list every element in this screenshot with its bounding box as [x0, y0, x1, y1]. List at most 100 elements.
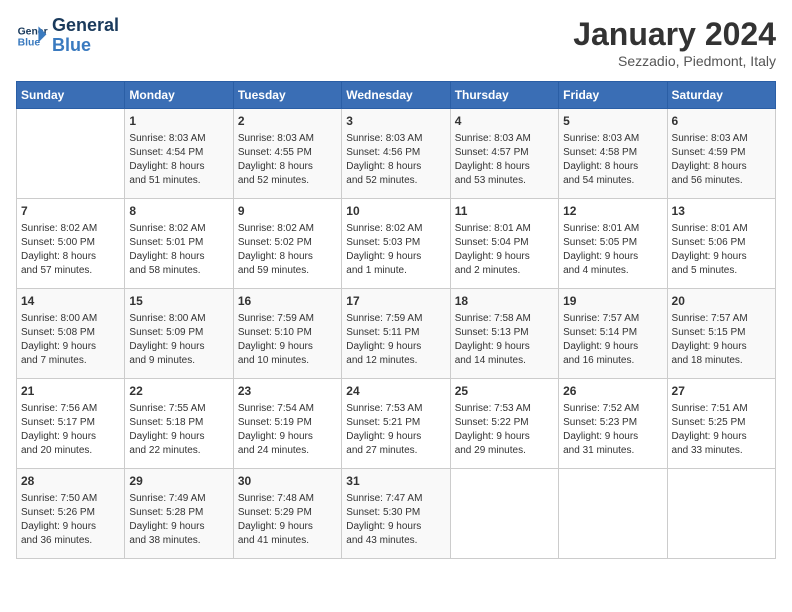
day-info: Sunrise: 7:51 AM Sunset: 5:25 PM Dayligh…: [672, 402, 771, 458]
day-header-wednesday: Wednesday: [342, 82, 450, 109]
calendar-cell: 24 Sunrise: 7:53 AM Sunset: 5:21 PM Dayli…: [342, 379, 450, 469]
month-title: January 2024: [573, 16, 776, 53]
day-info: Sunrise: 8:02 AM Sunset: 5:03 PM Dayligh…: [346, 222, 445, 278]
calendar-cell: 23 Sunrise: 7:54 AM Sunset: 5:19 PM Dayli…: [233, 379, 341, 469]
day-info: Sunrise: 8:03 AM Sunset: 4:57 PM Dayligh…: [455, 132, 554, 188]
logo-icon: General Blue: [16, 20, 48, 52]
day-number: 23: [238, 383, 337, 400]
day-info: Sunrise: 8:01 AM Sunset: 5:05 PM Dayligh…: [563, 222, 662, 278]
calendar-cell: 15 Sunrise: 8:00 AM Sunset: 5:09 PM Dayli…: [125, 289, 233, 379]
day-info: Sunrise: 8:02 AM Sunset: 5:02 PM Dayligh…: [238, 222, 337, 278]
calendar-cell: 30 Sunrise: 7:48 AM Sunset: 5:29 PM Dayli…: [233, 469, 341, 559]
day-header-monday: Monday: [125, 82, 233, 109]
calendar-cell: 5 Sunrise: 8:03 AM Sunset: 4:58 PM Daylig…: [559, 109, 667, 199]
calendar-cell: 9 Sunrise: 8:02 AM Sunset: 5:02 PM Daylig…: [233, 199, 341, 289]
day-number: 27: [672, 383, 771, 400]
day-info: Sunrise: 7:56 AM Sunset: 5:17 PM Dayligh…: [21, 402, 120, 458]
day-info: Sunrise: 7:57 AM Sunset: 5:14 PM Dayligh…: [563, 312, 662, 368]
day-info: Sunrise: 8:03 AM Sunset: 4:55 PM Dayligh…: [238, 132, 337, 188]
header-row: SundayMondayTuesdayWednesdayThursdayFrid…: [17, 82, 776, 109]
day-number: 15: [129, 293, 228, 310]
day-number: 26: [563, 383, 662, 400]
calendar-cell: 12 Sunrise: 8:01 AM Sunset: 5:05 PM Dayli…: [559, 199, 667, 289]
day-info: Sunrise: 7:47 AM Sunset: 5:30 PM Dayligh…: [346, 492, 445, 548]
day-info: Sunrise: 7:54 AM Sunset: 5:19 PM Dayligh…: [238, 402, 337, 458]
day-number: 11: [455, 203, 554, 220]
day-number: 30: [238, 473, 337, 490]
calendar-cell: 18 Sunrise: 7:58 AM Sunset: 5:13 PM Dayli…: [450, 289, 558, 379]
page-header: General Blue General Blue January 2024 S…: [16, 16, 776, 69]
day-info: Sunrise: 7:58 AM Sunset: 5:13 PM Dayligh…: [455, 312, 554, 368]
calendar-cell: 7Sunrise: 8:02 AM Sunset: 5:00 PM Daylig…: [17, 199, 125, 289]
week-row-1: 1Sunrise: 8:03 AM Sunset: 4:54 PM Daylig…: [17, 109, 776, 199]
day-number: 8: [129, 203, 228, 220]
calendar-cell: 29 Sunrise: 7:49 AM Sunset: 5:28 PM Dayli…: [125, 469, 233, 559]
calendar-cell: 27 Sunrise: 7:51 AM Sunset: 5:25 PM Dayli…: [667, 379, 775, 469]
svg-text:Blue: Blue: [18, 37, 41, 48]
day-number: 31: [346, 473, 445, 490]
day-info: Sunrise: 7:53 AM Sunset: 5:22 PM Dayligh…: [455, 402, 554, 458]
calendar-table: SundayMondayTuesdayWednesdayThursdayFrid…: [16, 81, 776, 559]
week-row-3: 14 Sunrise: 8:00 AM Sunset: 5:08 PM Dayli…: [17, 289, 776, 379]
day-number: 14: [21, 293, 120, 310]
day-number: 16: [238, 293, 337, 310]
day-info: Sunrise: 8:02 AM Sunset: 5:01 PM Dayligh…: [129, 222, 228, 278]
day-number: 7: [21, 203, 120, 220]
day-number: 3: [346, 113, 445, 130]
calendar-cell: 3Sunrise: 8:03 AM Sunset: 4:56 PM Daylig…: [342, 109, 450, 199]
day-info: Sunrise: 7:53 AM Sunset: 5:21 PM Dayligh…: [346, 402, 445, 458]
day-number: 25: [455, 383, 554, 400]
day-info: Sunrise: 7:49 AM Sunset: 5:28 PM Dayligh…: [129, 492, 228, 548]
calendar-cell: 8 Sunrise: 8:02 AM Sunset: 5:01 PM Daylig…: [125, 199, 233, 289]
day-number: 22: [129, 383, 228, 400]
calendar-cell: 2Sunrise: 8:03 AM Sunset: 4:55 PM Daylig…: [233, 109, 341, 199]
day-info: Sunrise: 7:57 AM Sunset: 5:15 PM Dayligh…: [672, 312, 771, 368]
day-header-thursday: Thursday: [450, 82, 558, 109]
calendar-cell: [450, 469, 558, 559]
day-info: Sunrise: 7:59 AM Sunset: 5:10 PM Dayligh…: [238, 312, 337, 368]
calendar-cell: [667, 469, 775, 559]
logo-text-line2: Blue: [52, 36, 119, 56]
day-number: 17: [346, 293, 445, 310]
title-block: January 2024 Sezzadio, Piedmont, Italy: [573, 16, 776, 69]
calendar-cell: 14 Sunrise: 8:00 AM Sunset: 5:08 PM Dayli…: [17, 289, 125, 379]
calendar-cell: [17, 109, 125, 199]
day-header-tuesday: Tuesday: [233, 82, 341, 109]
calendar-cell: 6 Sunrise: 8:03 AM Sunset: 4:59 PM Daylig…: [667, 109, 775, 199]
day-info: Sunrise: 7:50 AM Sunset: 5:26 PM Dayligh…: [21, 492, 120, 548]
day-info: Sunrise: 8:01 AM Sunset: 5:06 PM Dayligh…: [672, 222, 771, 278]
day-info: Sunrise: 7:48 AM Sunset: 5:29 PM Dayligh…: [238, 492, 337, 548]
calendar-cell: 25 Sunrise: 7:53 AM Sunset: 5:22 PM Dayli…: [450, 379, 558, 469]
day-info: Sunrise: 8:00 AM Sunset: 5:08 PM Dayligh…: [21, 312, 120, 368]
week-row-4: 21 Sunrise: 7:56 AM Sunset: 5:17 PM Dayli…: [17, 379, 776, 469]
week-row-5: 28Sunrise: 7:50 AM Sunset: 5:26 PM Dayli…: [17, 469, 776, 559]
day-number: 18: [455, 293, 554, 310]
day-number: 13: [672, 203, 771, 220]
calendar-cell: [559, 469, 667, 559]
day-number: 1: [129, 113, 228, 130]
day-number: 9: [238, 203, 337, 220]
calendar-cell: 20Sunrise: 7:57 AM Sunset: 5:15 PM Dayli…: [667, 289, 775, 379]
day-number: 12: [563, 203, 662, 220]
calendar-cell: 31 Sunrise: 7:47 AM Sunset: 5:30 PM Dayli…: [342, 469, 450, 559]
calendar-cell: 10Sunrise: 8:02 AM Sunset: 5:03 PM Dayli…: [342, 199, 450, 289]
day-info: Sunrise: 8:03 AM Sunset: 4:59 PM Dayligh…: [672, 132, 771, 188]
day-number: 19: [563, 293, 662, 310]
day-info: Sunrise: 7:52 AM Sunset: 5:23 PM Dayligh…: [563, 402, 662, 458]
calendar-cell: 22 Sunrise: 7:55 AM Sunset: 5:18 PM Dayli…: [125, 379, 233, 469]
day-info: Sunrise: 8:00 AM Sunset: 5:09 PM Dayligh…: [129, 312, 228, 368]
day-info: Sunrise: 7:55 AM Sunset: 5:18 PM Dayligh…: [129, 402, 228, 458]
day-number: 24: [346, 383, 445, 400]
day-number: 29: [129, 473, 228, 490]
day-number: 5: [563, 113, 662, 130]
day-info: Sunrise: 8:03 AM Sunset: 4:58 PM Dayligh…: [563, 132, 662, 188]
day-header-saturday: Saturday: [667, 82, 775, 109]
day-number: 4: [455, 113, 554, 130]
calendar-cell: 16 Sunrise: 7:59 AM Sunset: 5:10 PM Dayli…: [233, 289, 341, 379]
location: Sezzadio, Piedmont, Italy: [573, 53, 776, 69]
calendar-cell: 11Sunrise: 8:01 AM Sunset: 5:04 PM Dayli…: [450, 199, 558, 289]
calendar-cell: 13 Sunrise: 8:01 AM Sunset: 5:06 PM Dayli…: [667, 199, 775, 289]
day-number: 21: [21, 383, 120, 400]
day-number: 6: [672, 113, 771, 130]
calendar-cell: 28Sunrise: 7:50 AM Sunset: 5:26 PM Dayli…: [17, 469, 125, 559]
